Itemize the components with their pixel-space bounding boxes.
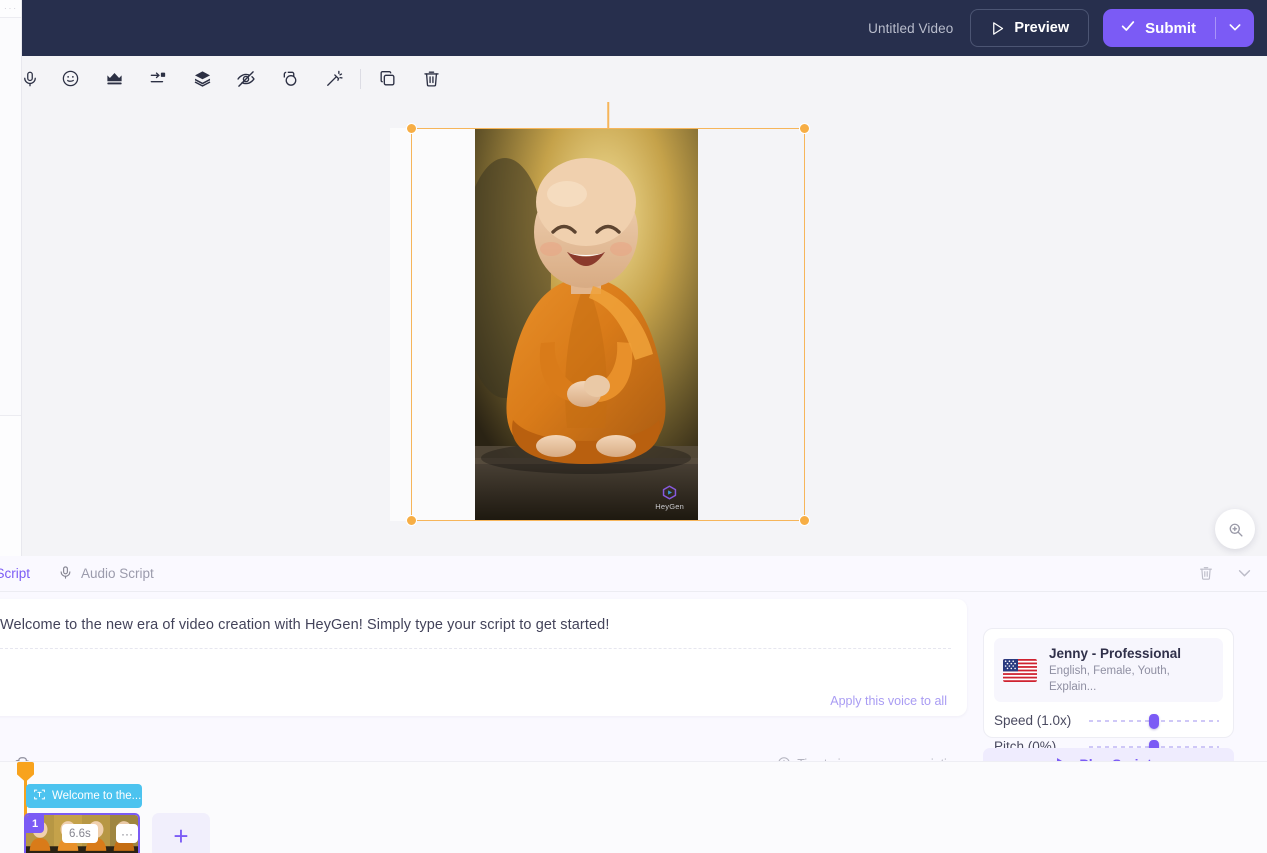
- monk-illustration: [475, 128, 698, 521]
- smiley-icon[interactable]: [54, 63, 86, 95]
- left-panel-section-top: ···: [0, 0, 21, 18]
- submit-button-label: Submit: [1145, 20, 1196, 37]
- copy-icon[interactable]: [371, 63, 403, 95]
- voice-selector[interactable]: Jenny - Professional English, Female, Yo…: [994, 638, 1223, 702]
- timeline-script-chip-label: Welcome to the...: [52, 790, 141, 802]
- voice-description: English, Female, Youth, Explain...: [1049, 663, 1214, 695]
- tab-text-script-label: t Script: [0, 566, 30, 581]
- apply-voice-to-all-link[interactable]: Apply this voice to all: [830, 694, 947, 708]
- magic-wand-icon[interactable]: [318, 63, 350, 95]
- mic-icon: [58, 565, 73, 583]
- artboard[interactable]: HeyGen: [390, 128, 698, 521]
- heygen-watermark-label: HeyGen: [655, 502, 684, 511]
- speed-slider-knob[interactable]: [1149, 714, 1159, 729]
- chevron-down-icon: [1236, 564, 1253, 584]
- trash-icon: [1198, 565, 1214, 584]
- preview-button[interactable]: Preview: [970, 9, 1089, 47]
- check-icon: [1120, 18, 1136, 38]
- voice-info: Jenny - Professional English, Female, Yo…: [1049, 645, 1214, 695]
- submit-options-button[interactable]: [1216, 9, 1254, 47]
- submit-button[interactable]: Submit: [1103, 9, 1215, 47]
- script-editor-column: Welcome to the new era of video creation…: [0, 592, 983, 761]
- submit-button-group: Submit: [1103, 9, 1254, 47]
- script-input[interactable]: Welcome to the new era of video creation…: [0, 615, 949, 636]
- speed-label: Speed (1.0x): [994, 713, 1089, 728]
- heygen-video-editor: ··· Untitled Video Preview Submit: [0, 0, 1267, 853]
- script-tabs: t Script Audio Script: [0, 556, 1267, 592]
- text-box-icon: [33, 788, 46, 804]
- shapes-icon[interactable]: [274, 63, 306, 95]
- canvas-stage[interactable]: HeyGen: [22, 101, 1267, 556]
- script-editor-card[interactable]: Welcome to the new era of video creation…: [0, 599, 967, 716]
- document-title[interactable]: Untitled Video: [868, 21, 953, 36]
- align-icon[interactable]: [142, 63, 174, 95]
- scene-number-badge: 1: [26, 815, 44, 833]
- trash-icon[interactable]: [415, 63, 447, 95]
- resize-handle-top-right[interactable]: [799, 123, 810, 134]
- heygen-logo-icon: [661, 484, 678, 501]
- mic-icon[interactable]: [14, 63, 46, 95]
- voice-settings-column: Jenny - Professional English, Female, Yo…: [983, 592, 1267, 761]
- zoom-in-icon[interactable]: [1215, 509, 1255, 549]
- left-panel-dots-icon: ···: [4, 4, 18, 13]
- timeline[interactable]: Welcome to the... 1 6.6s ···: [0, 761, 1267, 853]
- toolbar-separator: [360, 69, 361, 89]
- scene-duration-label: 6.6s: [62, 824, 98, 843]
- add-scene-button[interactable]: +: [152, 813, 210, 853]
- voice-settings-card: Jenny - Professional English, Female, Yo…: [983, 628, 1234, 738]
- rotate-handle-stem[interactable]: [607, 102, 609, 129]
- playhead-handle[interactable]: [17, 762, 34, 782]
- tab-audio-script-label: Audio Script: [81, 566, 154, 581]
- tab-text-script[interactable]: t Script: [0, 556, 44, 592]
- script-divider: [0, 648, 951, 649]
- eye-off-icon[interactable]: [230, 63, 262, 95]
- timeline-scene-clip[interactable]: 1 6.6s ···: [24, 813, 140, 853]
- tab-audio-script[interactable]: Audio Script: [44, 556, 168, 592]
- chevron-down-icon: [1227, 19, 1243, 38]
- script-body: Welcome to the new era of video creation…: [0, 592, 1267, 761]
- preview-button-label: Preview: [1014, 20, 1069, 36]
- heygen-watermark: HeyGen: [655, 484, 684, 511]
- script-panel: t Script Audio Script: [0, 556, 1267, 761]
- element-toolbar: [22, 56, 1267, 101]
- play-outline-icon: [990, 21, 1005, 36]
- us-flag-icon: [1003, 659, 1037, 682]
- scene-image[interactable]: HeyGen: [475, 128, 698, 521]
- collapse-script-panel-button[interactable]: [1236, 564, 1253, 584]
- avatar-crown-icon[interactable]: [98, 63, 130, 95]
- timeline-script-chip[interactable]: Welcome to the...: [26, 784, 142, 808]
- resize-handle-bottom-right[interactable]: [799, 515, 810, 526]
- delete-script-button[interactable]: [1198, 565, 1214, 584]
- script-tabs-actions: [1198, 556, 1253, 592]
- layers-icon[interactable]: [186, 63, 218, 95]
- plus-icon: +: [173, 823, 188, 849]
- scene-more-options-icon[interactable]: ···: [116, 824, 138, 843]
- speed-slider[interactable]: [1089, 714, 1219, 728]
- voice-name: Jenny - Professional: [1049, 645, 1214, 663]
- app-header: Untitled Video Preview Submit: [22, 0, 1267, 56]
- speed-control: Speed (1.0x): [994, 713, 1223, 728]
